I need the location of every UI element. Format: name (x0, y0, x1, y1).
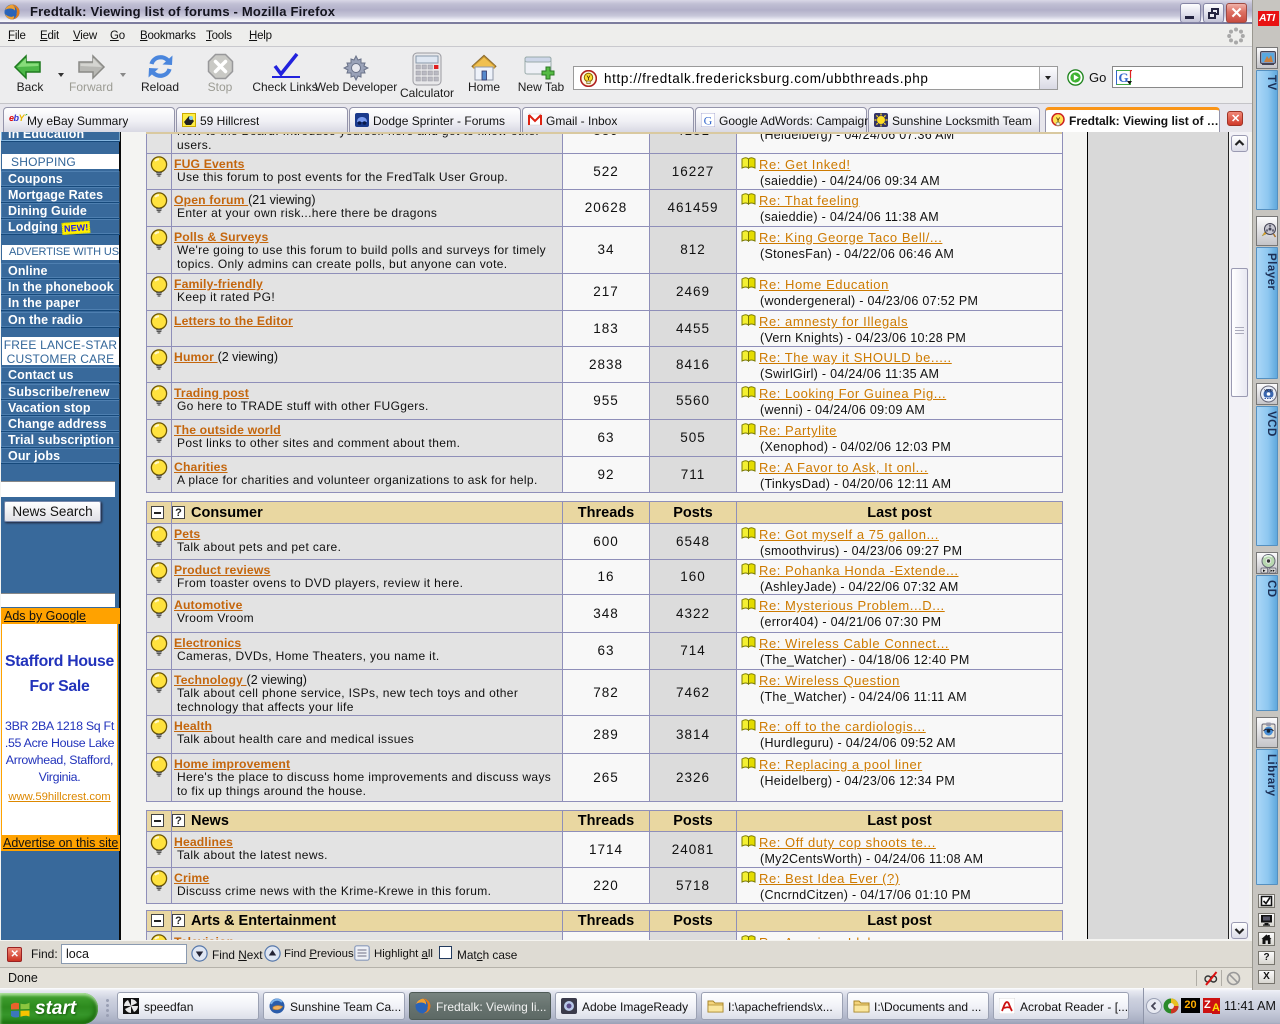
svg-text:G: G (704, 114, 713, 128)
svg-text:G: G (1118, 70, 1128, 85)
svg-text:VCD: VCD (1264, 388, 1273, 393)
svg-text:Y: Y (586, 76, 590, 82)
svg-text:Y: Y (1056, 117, 1061, 124)
